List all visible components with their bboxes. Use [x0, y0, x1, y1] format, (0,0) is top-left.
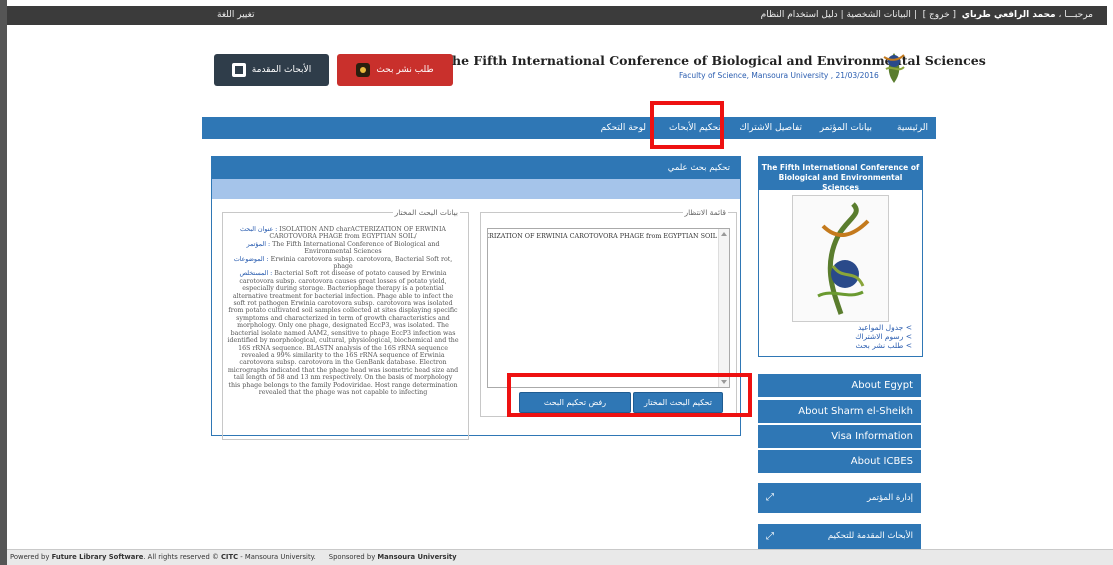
publish-request-button[interactable]: طلب نشر بحث	[337, 54, 453, 86]
submitted-papers-button[interactable]: الأبحاث المقدمة	[214, 54, 329, 86]
about-icbes-button[interactable]: About ICBES	[758, 450, 921, 473]
sidebar-link-schedule[interactable]: > جدول المواعيد	[759, 323, 912, 332]
welcome-text: مرحبـــا ،	[1058, 10, 1093, 20]
scroll-up-icon[interactable]	[721, 232, 727, 236]
selected-paper-details: بيانات البحث المختار عنوان البحث : ISOLA…	[222, 208, 469, 440]
expand-icon[interactable]: ⤢	[766, 524, 774, 549]
about-egypt-button[interactable]: About Egypt	[758, 374, 921, 397]
footer-powered-by: Future Library Software	[51, 553, 144, 561]
camera-icon	[356, 63, 371, 77]
conference-emblem-icon	[792, 195, 889, 322]
publish-request-label: طلب نشر بحث	[376, 65, 434, 75]
nav-control-panel[interactable]: لوحة التحكم	[601, 123, 646, 133]
username: محمد الرافعي طرباي	[961, 10, 1056, 20]
visa-info-button[interactable]: Visa Information	[758, 425, 921, 448]
conference-info-title: The Fifth International Conference of Bi…	[759, 157, 922, 192]
label-title: عنوان البحث :	[240, 226, 278, 233]
footer-univ: - Mansoura University.	[240, 553, 316, 561]
value-conference: The Fifth International Conference of Bi…	[272, 240, 440, 256]
conference-subtitle: Faculty of Science, Mansoura University …	[679, 71, 879, 80]
manage-conference-label: إدارة المؤتمر	[867, 493, 913, 503]
panel-subheader	[212, 179, 740, 199]
profile-link[interactable]: البيانات الشخصية	[847, 10, 911, 20]
waiting-listbox[interactable]: ISOLATION AND charACTERIZATION OF ERWINI…	[487, 228, 730, 388]
label-abstract: المستخلص :	[239, 270, 273, 278]
nav-conference-data[interactable]: بيانات المؤتمر	[820, 123, 872, 133]
main-nav: الرئيسية بيانات المؤتمر تفاصيل الاشتراك …	[202, 117, 936, 139]
separator: |	[840, 10, 844, 20]
footer-citc: CITC	[220, 553, 239, 561]
value-abstract: Bacterial Soft rot disease of potato cau…	[227, 270, 459, 396]
separator: |	[913, 10, 917, 20]
welcome-area: مرحبـــا ، محمد الرافعي طرباي [ خروج ] |…	[761, 10, 1093, 20]
conference-info-box: The Fifth International Conference of Bi…	[758, 156, 923, 357]
highlight-action-buttons	[507, 373, 752, 417]
change-language-link[interactable]: تغيير اللغة	[217, 10, 255, 20]
waiting-legend: قائمة الانتظار	[684, 208, 726, 217]
conference-logo-icon	[883, 53, 905, 83]
highlight-nav-review	[650, 101, 724, 149]
submitted-for-review-button[interactable]: الأبحاث المقدمة للتحكيم ⤢	[758, 524, 921, 549]
listbox-scrollbar[interactable]	[718, 229, 729, 387]
book-icon	[231, 63, 246, 77]
manual-link[interactable]: دليل استخدام النظام	[761, 10, 838, 20]
sidebar-link-fees[interactable]: > رسوم الاشتراك	[759, 332, 912, 341]
label-topics: الموضوعات :	[233, 255, 269, 263]
footer-sponsor: Mansoura University	[377, 553, 457, 561]
expand-icon[interactable]: ⤢	[766, 483, 774, 513]
submitted-papers-label: الأبحاث المقدمة	[251, 65, 312, 75]
submitted-for-review-label: الأبحاث المقدمة للتحكيم	[827, 531, 913, 541]
about-sharm-button[interactable]: About Sharm el-Sheikh	[758, 400, 921, 423]
waiting-list-item[interactable]: ISOLATION AND charACTERIZATION OF ERWINI…	[488, 229, 729, 240]
panel-title: تحكيم بحث علمي	[212, 157, 740, 179]
footer-rights: . All rights reserved ©	[143, 553, 219, 561]
footer: Powered by Future Library Software. All …	[7, 549, 1113, 565]
nav-home[interactable]: الرئيسية	[897, 123, 928, 133]
footer-powered-prefix: Powered by	[10, 553, 50, 561]
manage-conference-button[interactable]: إدارة المؤتمر ⤢	[758, 483, 921, 513]
sidebar-links: > جدول المواعيد > رسوم الاشتراك > طلب نش…	[759, 323, 912, 350]
sidebar-link-publish[interactable]: > طلب نشر بحث	[759, 341, 912, 350]
logout-link[interactable]: [ خروج ]	[923, 10, 956, 20]
paper-details-text: عنوان البحث : ISOLATION AND charACTERIZA…	[227, 226, 459, 446]
top-bar: مرحبـــا ، محمد الرافعي طرباي [ خروج ] |…	[7, 6, 1107, 25]
value-title: ISOLATION AND charACTERIZATION OF ERWINI…	[269, 226, 446, 241]
label-conference: المؤتمر :	[246, 240, 271, 248]
value-topics: Erwinia carotovora subsp. carotovora, Ba…	[270, 255, 453, 271]
details-legend: بيانات البحث المختار	[394, 208, 458, 217]
nav-subscription-details[interactable]: تفاصيل الاشتراك	[739, 123, 802, 133]
footer-sponsored-prefix: Sponsored by	[328, 553, 376, 561]
